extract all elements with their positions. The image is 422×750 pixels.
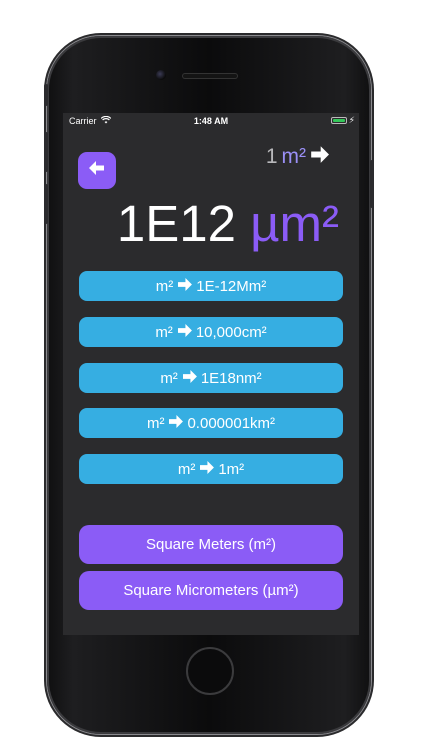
arrow-right-icon xyxy=(177,277,193,295)
source-value-label: 1 m² xyxy=(266,145,329,169)
charging-icon: ⚡ xyxy=(348,115,355,125)
to-unit-button[interactable]: Square Micrometers (µm²) xyxy=(79,571,343,610)
conversion-from-unit: m² xyxy=(160,369,178,387)
conversion-result: 1E12 µm² xyxy=(63,193,339,255)
conversion-button-centimeter[interactable]: m² 10,000cm² xyxy=(79,317,343,347)
conversion-from-unit: m² xyxy=(146,414,165,432)
status-time: 1:48 AM xyxy=(193,116,229,126)
earpiece-speaker xyxy=(182,73,238,79)
conversion-to-value: 0.000001km² xyxy=(187,414,276,432)
arrow-right-icon xyxy=(177,323,192,341)
back-button[interactable] xyxy=(78,152,116,189)
result-unit: µm² xyxy=(250,195,339,252)
power-button xyxy=(370,160,374,208)
volume-down-button xyxy=(44,184,48,224)
volume-up-button xyxy=(44,132,48,172)
conversion-from-unit: m² xyxy=(177,460,196,478)
conversion-button-nanometer[interactable]: m² 1E18nm² xyxy=(79,363,343,393)
from-unit-button[interactable]: Square Meters (m²) xyxy=(79,525,343,564)
conversion-button-kilometer[interactable]: m² 0.000001km² xyxy=(79,408,343,438)
mute-switch xyxy=(44,84,48,106)
result-value: 1E12 xyxy=(116,195,236,252)
conversion-from-unit: m² xyxy=(155,277,174,295)
source-unit: m² xyxy=(281,145,307,168)
arrow-right-icon xyxy=(310,145,329,169)
arrow-right-icon xyxy=(182,369,197,387)
battery-icon xyxy=(331,117,347,124)
conversion-from-unit: m² xyxy=(155,323,173,341)
status-bar: Carrier 1:48 AM ⚡ xyxy=(63,113,359,129)
arrow-right-icon xyxy=(168,414,184,432)
conversion-to-value: 1E-12Mm² xyxy=(196,277,267,295)
conversion-to-value: 10,000cm² xyxy=(195,323,267,341)
source-value: 1 xyxy=(265,145,278,168)
app-screen: Carrier 1:48 AM ⚡ 1 m² 1E12 µm² m² 1E-12… xyxy=(63,113,359,635)
front-camera xyxy=(156,70,166,80)
conversion-to-value: 1E18nm² xyxy=(200,369,262,387)
arrow-right-icon xyxy=(199,460,215,478)
conversion-to-value: 1m² xyxy=(218,460,245,478)
conversion-button-meter[interactable]: m² 1m² xyxy=(79,454,343,484)
conversion-button-megameter[interactable]: m² 1E-12Mm² xyxy=(79,271,343,301)
home-button[interactable] xyxy=(186,647,234,695)
arrow-left-icon xyxy=(89,161,105,180)
